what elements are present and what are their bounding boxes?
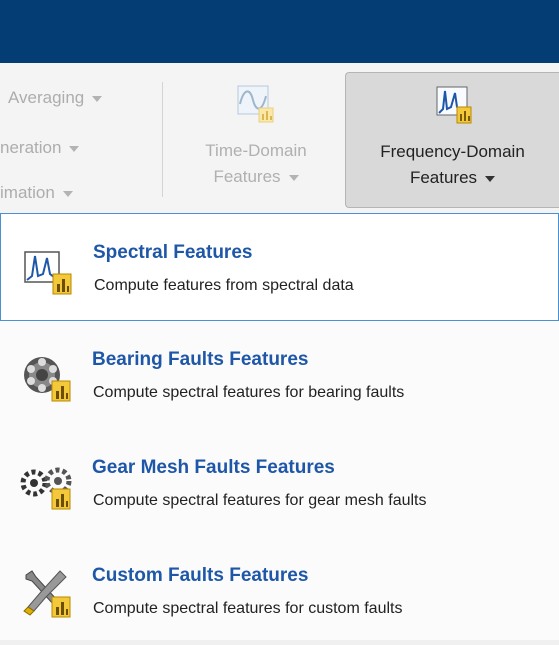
menu-item-gear-mesh-faults-features[interactable]: Gear Mesh Faults Features Compute spectr… (0, 429, 559, 537)
spectral-icon (24, 251, 72, 295)
menu-item-description: Compute spectral features for gear mesh … (93, 492, 427, 509)
dropdown-menu: Spectral Features Compute features from … (0, 213, 559, 640)
frequency-domain-icon (436, 86, 471, 124)
menu-item-spectral-features[interactable]: Spectral Features Compute features from … (0, 213, 559, 321)
ribbon-separator (162, 82, 163, 197)
menu-item-title: Gear Mesh Faults Features (92, 457, 335, 478)
averaging-dropdown[interactable]: Averaging (8, 88, 103, 108)
chevron-down-icon (485, 175, 496, 182)
menu-item-bearing-faults-features[interactable]: Bearing Faults Features Compute spectral… (0, 321, 559, 429)
menu-item-title: Custom Faults Features (92, 565, 309, 586)
frequency-domain-label-line1: Frequency-Domain (380, 142, 525, 161)
bearing-icon (24, 357, 71, 402)
time-domain-features-button[interactable]: Time-Domain Features (172, 72, 340, 208)
title-bar (0, 0, 559, 63)
time-domain-label-line1: Time-Domain (205, 141, 307, 160)
wrench-screwdriver-icon (23, 570, 71, 618)
estimation-label: imation (0, 183, 55, 202)
chevron-down-icon (92, 95, 103, 102)
menu-item-description: Compute spectral features for bearing fa… (93, 384, 405, 401)
time-domain-icon (237, 85, 274, 123)
menu-item-title: Spectral Features (93, 242, 253, 263)
estimation-dropdown[interactable]: imation (0, 183, 73, 203)
frequency-domain-label-line2: Features (346, 165, 559, 191)
chevron-down-icon (62, 190, 73, 197)
time-domain-label-line2: Features (172, 164, 340, 190)
generation-dropdown[interactable]: neration (0, 138, 80, 158)
menu-item-title: Bearing Faults Features (92, 349, 309, 370)
chevron-down-icon (69, 145, 80, 152)
gear-icon (20, 467, 72, 510)
menu-item-description: Compute spectral features for custom fau… (93, 600, 403, 617)
menu-item-custom-faults-features[interactable]: Custom Faults Features Compute spectral … (0, 537, 559, 645)
menu-item-description: Compute features from spectral data (94, 277, 354, 294)
generation-label: neration (0, 138, 62, 157)
chevron-down-icon (288, 174, 299, 181)
frequency-domain-features-button[interactable]: Frequency-Domain Features (345, 72, 559, 208)
averaging-label: Averaging (8, 88, 85, 107)
